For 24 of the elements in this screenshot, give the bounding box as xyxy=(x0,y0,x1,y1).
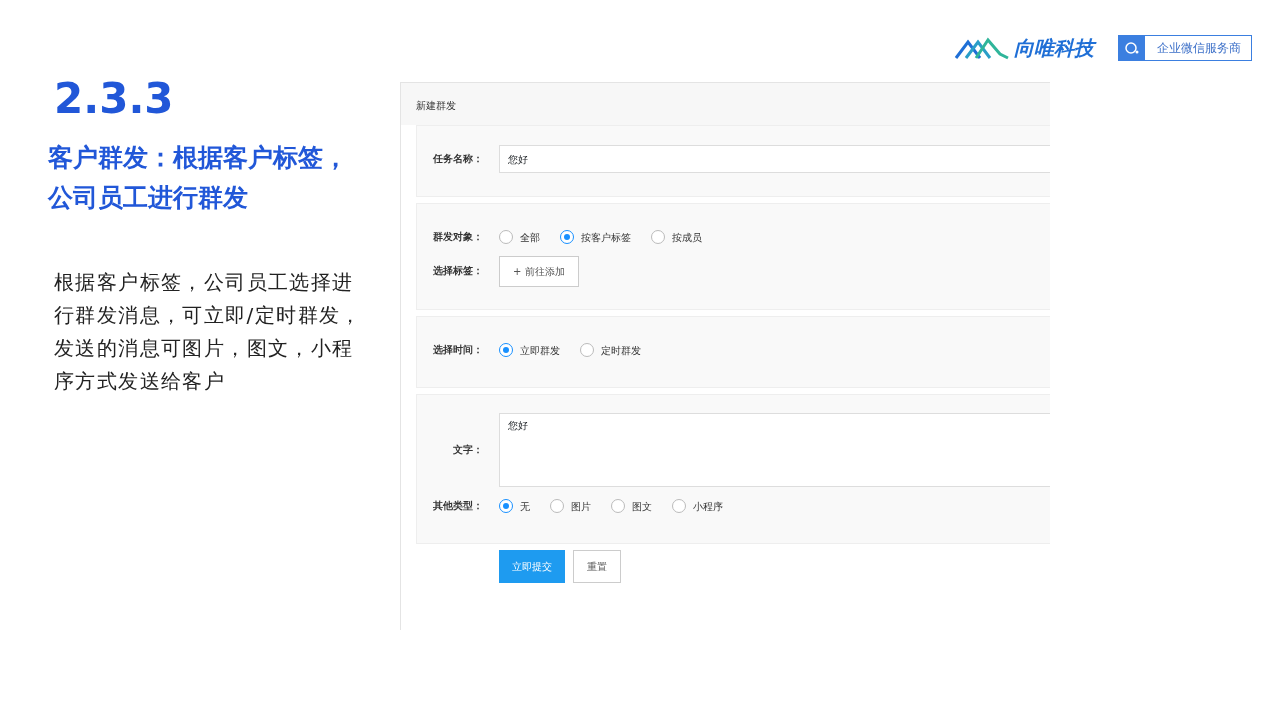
field-label: 文字： xyxy=(452,442,484,457)
field-label: 选择标签： xyxy=(432,264,484,279)
field-label: 群发对象： xyxy=(432,229,484,244)
add-tag-button[interactable]: + 前往添加 xyxy=(499,256,579,287)
radio-option[interactable]: 全部 xyxy=(499,229,540,245)
radio-option[interactable]: 定时群发 xyxy=(580,342,641,358)
radio-option[interactable]: 立即群发 xyxy=(499,342,560,358)
radio-option[interactable]: 小程序 xyxy=(672,498,723,514)
radio-option[interactable]: 按客户标签 xyxy=(560,229,631,245)
field-label: 任务名称： xyxy=(432,151,484,166)
radio-option[interactable]: 按成员 xyxy=(651,229,702,245)
text-area[interactable]: 您好 xyxy=(499,413,1050,487)
slide-description: 根据客户标签，公司员工选择进行群发消息，可立即/定时群发，发送的消息可图片，图文，小程序方式发送给客户 xyxy=(54,269,363,396)
field-label: 选择时间： xyxy=(432,342,484,357)
partner-badge: 企业微信服务商 xyxy=(1118,35,1252,61)
reset-button[interactable]: 重置 xyxy=(573,550,621,583)
field-label: 其他类型： xyxy=(432,498,484,513)
radio-option[interactable]: 图片 xyxy=(550,498,591,514)
section-number: 2.3.3 xyxy=(54,76,175,123)
radio-option[interactable]: 无 xyxy=(499,498,530,514)
text-input[interactable]: 您好 xyxy=(499,145,1050,173)
radio-option[interactable]: 图文 xyxy=(611,498,652,514)
slide-title: 客户群发：根据客户标签，公司员工进行群发 xyxy=(48,142,349,215)
panel-header: 新建群发 xyxy=(401,83,1050,125)
